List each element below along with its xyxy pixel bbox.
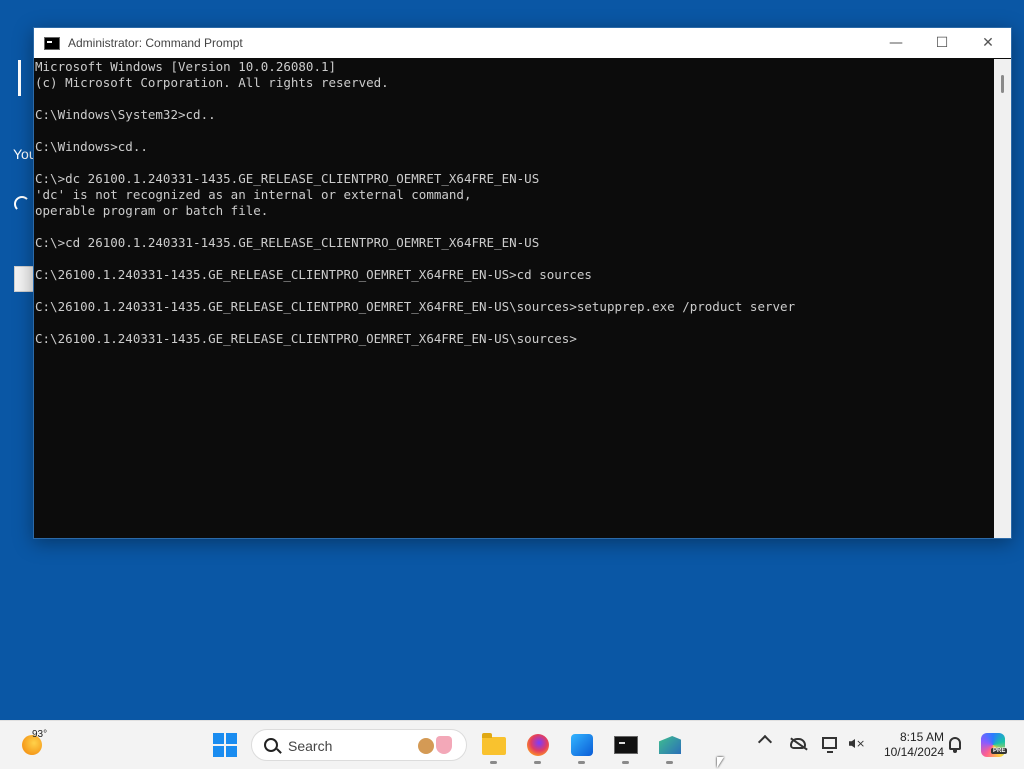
console-line: C:\26100.1.240331-1435.GE_RELEASE_CLIENT…: [35, 267, 592, 282]
title-bar[interactable]: Administrator: Command Prompt — ☐ ✕: [34, 28, 1011, 58]
scrollbar-thumb[interactable]: [1001, 75, 1004, 93]
console-line: Microsoft Windows [Version 10.0.26080.1]: [35, 59, 337, 74]
clock-time: 8:15 AM: [899, 730, 944, 744]
volume-muted-icon[interactable]: ×: [847, 735, 865, 753]
cmd-icon: [44, 36, 60, 50]
file-explorer-icon[interactable]: [480, 731, 508, 764]
close-button[interactable]: ✕: [965, 28, 1011, 58]
network-icon[interactable]: [789, 735, 807, 753]
background-accent-bar: [18, 60, 21, 96]
chevron-up-icon[interactable]: [757, 734, 773, 750]
window-title: Administrator: Command Prompt: [68, 36, 243, 50]
window-controls: — ☐ ✕: [873, 28, 1011, 58]
console-line: 'dc' is not recognized as an internal or…: [35, 187, 472, 202]
loading-spinner-icon: [14, 196, 30, 212]
console-line: C:\Windows\System32>cd..: [35, 107, 216, 122]
mouse-pointer-icon: [717, 757, 724, 768]
vertical-scrollbar[interactable]: [994, 59, 1011, 538]
windows-logo-icon: [226, 733, 237, 744]
windows-logo-icon: [213, 746, 224, 757]
windows-logo-icon: [213, 733, 224, 744]
command-prompt-window: Administrator: Command Prompt — ☐ ✕ Micr…: [33, 27, 1012, 539]
clock-date: 10/14/2024: [883, 745, 944, 759]
console-line: (c) Microsoft Corporation. All rights re…: [35, 75, 389, 90]
minimize-button[interactable]: —: [873, 28, 919, 58]
console-line: operable program or batch file.: [35, 203, 269, 218]
console-line: C:\Windows>cd..: [35, 139, 148, 154]
maximize-button[interactable]: ☐: [919, 28, 965, 58]
weather-temperature[interactable]: 93°: [32, 729, 47, 740]
start-button[interactable]: [213, 733, 237, 757]
background-setup-window: You: [0, 0, 37, 720]
clock[interactable]: 8:15 AM 10/14/2024: [874, 730, 944, 760]
search-placeholder: Search: [288, 738, 333, 754]
taskbar: 93° Search × 8:15 AM 10/14/2024 PRE: [0, 720, 1024, 769]
photos-icon[interactable]: [568, 731, 596, 764]
command-prompt-icon[interactable]: [612, 731, 640, 764]
search-highlight-icon: [418, 736, 456, 756]
notification-bell-icon[interactable]: [949, 737, 961, 753]
console-line: C:\26100.1.240331-1435.GE_RELEASE_CLIENT…: [35, 331, 577, 346]
console-output[interactable]: Microsoft Windows [Version 10.0.26080.1]…: [35, 59, 993, 537]
windows-logo-icon: [226, 746, 237, 757]
taskbar-search[interactable]: Search: [251, 729, 467, 761]
copilot-preview-badge: PRE: [991, 748, 1008, 754]
console-line: C:\>cd 26100.1.240331-1435.GE_RELEASE_CL…: [35, 235, 540, 250]
console-line: C:\>dc 26100.1.240331-1435.GE_RELEASE_CL…: [35, 171, 540, 186]
app-icon[interactable]: [656, 731, 684, 764]
firefox-icon[interactable]: [524, 731, 552, 764]
search-icon: [264, 738, 278, 752]
display-icon[interactable]: [821, 735, 839, 753]
console-line: C:\26100.1.240331-1435.GE_RELEASE_CLIENT…: [35, 299, 796, 314]
